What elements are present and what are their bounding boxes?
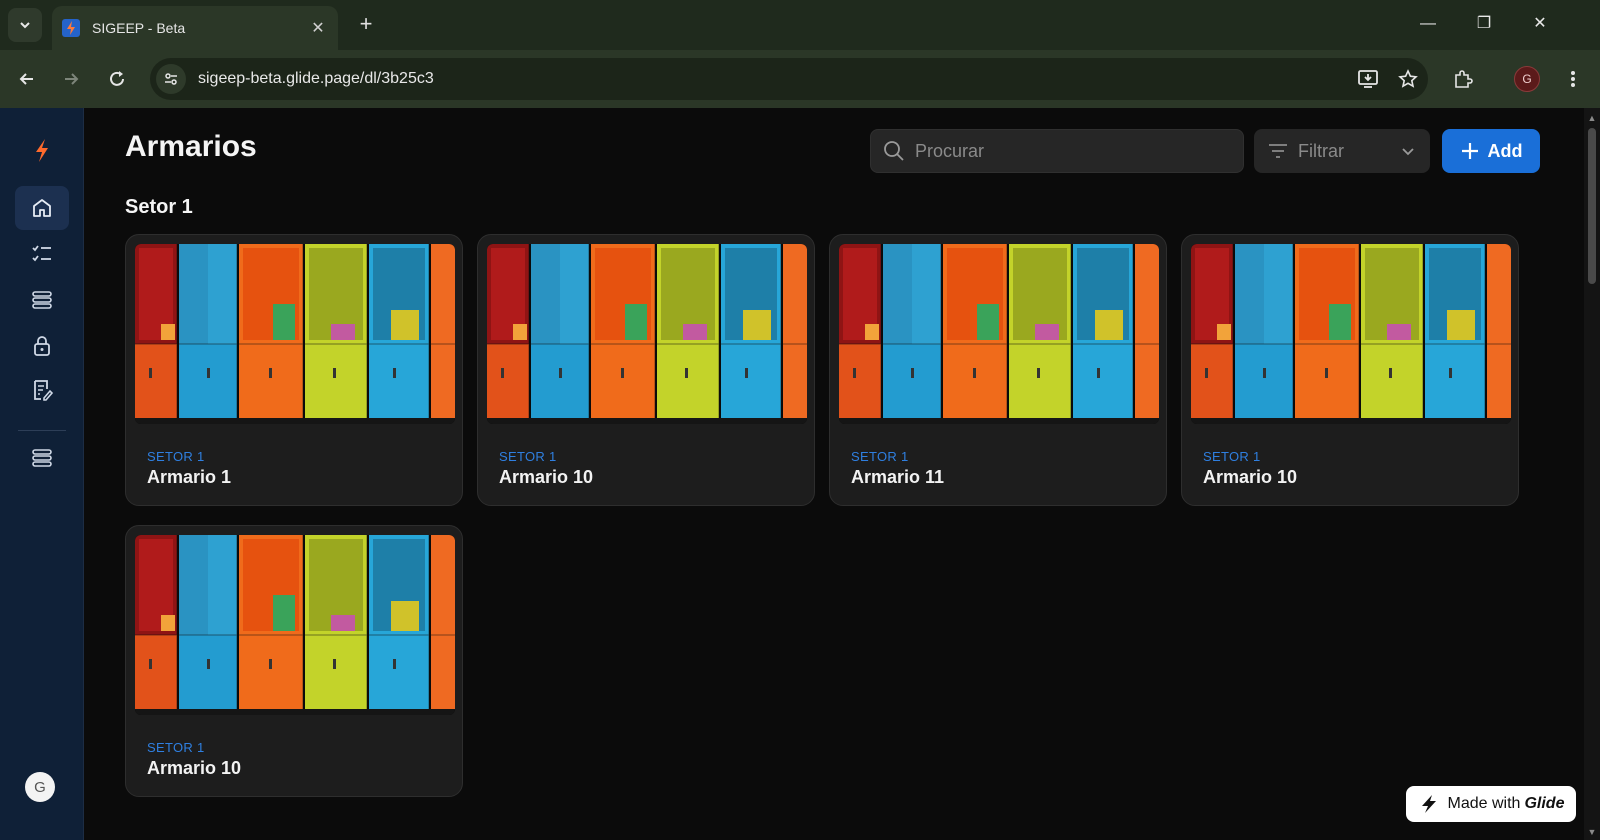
card-subtitle: SETOR 1 [1203,449,1261,464]
chevron-down-icon [1402,148,1414,156]
filter-icon [1269,144,1287,158]
card-subtitle: SETOR 1 [851,449,909,464]
bookmark-star-icon[interactable] [1388,64,1428,94]
page-title: Armarios [125,130,257,163]
forward-button[interactable] [56,64,86,94]
card-subtitle: SETOR 1 [499,449,557,464]
sidebar-divider [18,430,66,431]
filter-label: Filtrar [1298,140,1344,161]
locker-card[interactable]: SETOR 1 Armario 10 [1181,234,1519,506]
chevron-down-icon [20,22,30,29]
browser-tab[interactable]: SIGEEP - Beta ✕ [52,6,338,50]
minimize-button[interactable]: — [1408,10,1448,38]
sidebar-item-stack[interactable] [15,278,69,322]
close-window-button[interactable]: ✕ [1520,10,1560,38]
tune-icon [165,73,177,85]
locker-card[interactable]: SETOR 1 Armario 1 [125,234,463,506]
sidebar-item-home[interactable] [15,186,69,230]
browser-menu-icon[interactable] [1558,64,1588,94]
search-placeholder: Procurar [915,140,985,161]
add-button-label: Add [1487,140,1523,161]
user-avatar[interactable]: G [25,772,55,802]
card-title: Armario 11 [851,467,945,487]
restore-button[interactable]: ❐ [1464,10,1504,38]
made-with-glide-badge[interactable]: Made with Glide [1406,786,1576,822]
scroll-up-arrow-icon[interactable]: ▲ [1585,112,1599,124]
tab-title: SIGEEP - Beta [92,20,186,36]
tab-search-button[interactable] [8,8,42,42]
card-title: Armario 1 [147,467,232,487]
stack-icon [32,449,52,467]
badge-prefix: Made with [1447,795,1521,812]
home-icon [33,199,51,217]
card-title: Armario 10 [1203,467,1298,487]
badge-brand: Glide [1524,795,1565,812]
url-text[interactable]: sigeep-beta.glide.page/dl/3b25c3 [198,70,1348,88]
card-title: Armario 10 [499,467,594,487]
site-info-button[interactable] [156,64,186,94]
close-tab-icon[interactable]: ✕ [308,18,328,38]
address-bar[interactable]: sigeep-beta.glide.page/dl/3b25c3 [150,58,1428,100]
browser-toolbar: sigeep-beta.glide.page/dl/3b25c3 G [0,50,1600,108]
reload-icon [110,71,124,86]
app-logo-icon[interactable] [28,136,56,164]
locker-card[interactable]: SETOR 1 Armario 10 [477,234,815,506]
extensions-icon[interactable] [1448,64,1478,94]
add-button[interactable]: Add [1442,129,1540,173]
lock-icon [34,336,50,356]
reload-button[interactable] [102,64,132,94]
locker-image [135,535,455,715]
card-subtitle: SETOR 1 [147,740,205,755]
profile-button[interactable]: G [1512,64,1542,94]
filter-dropdown[interactable]: Filtrar [1254,129,1430,173]
scroll-down-arrow-icon[interactable]: ▼ [1585,826,1599,838]
form-icon [34,380,54,401]
back-button[interactable] [12,64,42,94]
locker-card[interactable]: SETOR 1 Armario 11 [829,234,1167,506]
browser-tab-strip: SIGEEP - Beta ✕ + — ❐ ✕ [0,0,1600,50]
sidebar-item-checklist[interactable] [15,232,69,276]
sidebar-item-stack-2[interactable] [15,436,69,480]
arrow-left-icon [19,73,33,85]
locker-card[interactable]: SETOR 1 Armario 10 [125,525,463,797]
stack-icon [32,291,52,309]
locker-image [135,244,455,424]
glide-favicon-icon [62,19,80,37]
arrow-right-icon [65,73,79,85]
glide-logo-icon [1421,795,1436,813]
card-subtitle: SETOR 1 [147,449,205,464]
section-title: Setor 1 [125,196,193,218]
profile-avatar: G [1514,66,1540,92]
checklist-icon [32,245,51,262]
app-sidebar: G [0,108,84,840]
locker-image [839,244,1159,424]
search-input[interactable]: Procurar [870,129,1244,173]
search-icon [884,141,904,161]
sidebar-item-lock[interactable] [15,324,69,368]
card-title: Armario 10 [147,758,242,778]
sidebar-item-form[interactable] [15,368,69,412]
new-tab-button[interactable]: + [352,10,380,38]
main-content: Armarios Procurar Filtrar Add Setor 1 SE… [84,108,1584,840]
locker-image [1191,244,1511,424]
scrollbar-thumb[interactable] [1588,128,1596,284]
plus-icon [1461,143,1478,159]
locker-image [487,244,807,424]
install-app-icon[interactable] [1348,64,1388,94]
